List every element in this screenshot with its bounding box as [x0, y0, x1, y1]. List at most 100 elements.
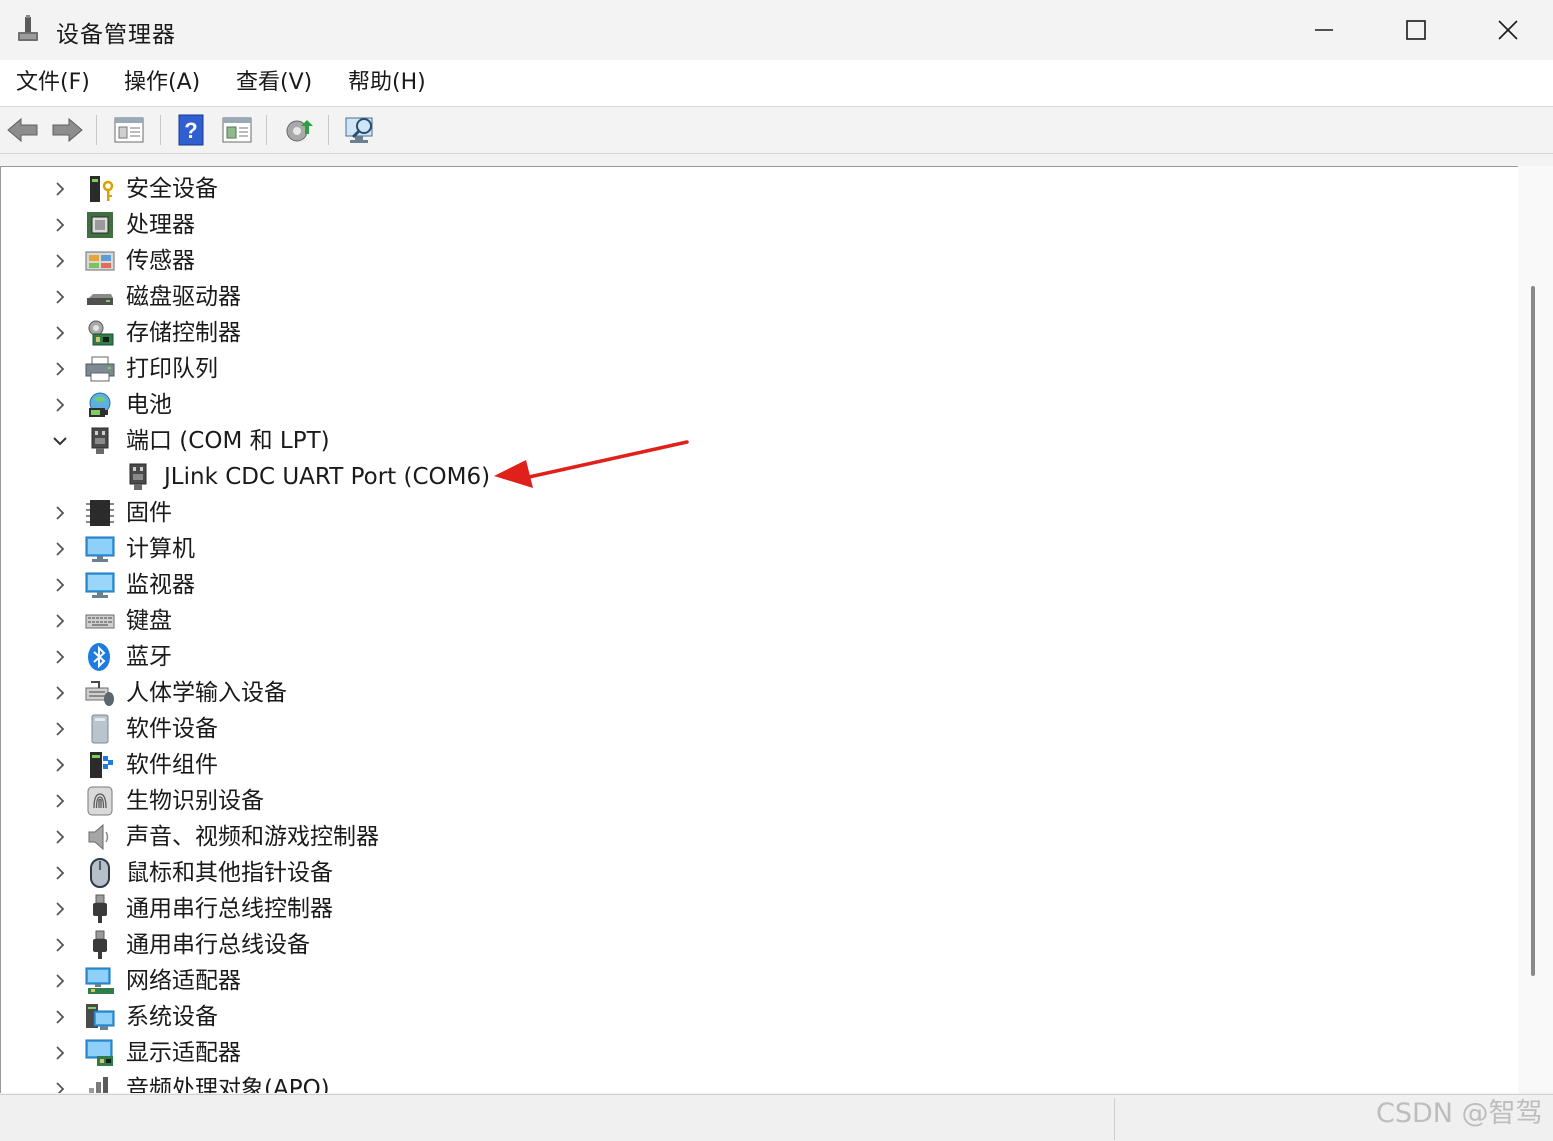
tree-item-software-devices[interactable]: 软件设备: [1, 711, 1501, 747]
chevron-right-icon[interactable]: [51, 252, 69, 270]
chevron-down-icon[interactable]: [51, 432, 69, 450]
chevron-right-icon[interactable]: [51, 900, 69, 918]
tree-item-storage-controllers[interactable]: 存储控制器: [1, 315, 1501, 351]
menu-file[interactable]: 文件(F): [16, 68, 90, 98]
tree-item-computer[interactable]: 计算机: [1, 531, 1501, 567]
chevron-right-icon[interactable]: [51, 612, 69, 630]
chevron-right-icon[interactable]: [51, 720, 69, 738]
computer-monitor-icon: [85, 536, 115, 562]
tree-item-network-adapters[interactable]: 网络适配器: [1, 963, 1501, 999]
chevron-right-icon[interactable]: [51, 396, 69, 414]
tree-item-mice[interactable]: 鼠标和其他指针设备: [1, 855, 1501, 891]
tree-item-sound-video-game[interactable]: 声音、视频和游戏控制器: [1, 819, 1501, 855]
tree-item-label: 计算机: [126, 536, 195, 562]
chevron-right-icon[interactable]: [51, 864, 69, 882]
menu-action[interactable]: 操作(A): [124, 68, 200, 98]
tree-item-keyboards[interactable]: 键盘: [1, 603, 1501, 639]
close-icon: [1498, 20, 1518, 40]
mouse-icon: [90, 858, 110, 888]
tree-item-bluetooth[interactable]: 蓝牙: [1, 639, 1501, 675]
chevron-right-icon[interactable]: [51, 1044, 69, 1062]
tree-item-processors[interactable]: 处理器: [1, 207, 1501, 243]
chevron-right-icon[interactable]: [51, 216, 69, 234]
back-button[interactable]: [6, 113, 40, 147]
close-button[interactable]: [1462, 0, 1553, 60]
status-bar-divider: [1114, 1098, 1115, 1140]
tree-item-ports[interactable]: 端口 (COM 和 LPT): [1, 423, 1501, 459]
tree-item-security-devices[interactable]: 安全设备: [1, 171, 1501, 207]
tree-item-disk-drives[interactable]: 磁盘驱动器: [1, 279, 1501, 315]
tree-item-label: 处理器: [126, 212, 195, 238]
chevron-right-icon[interactable]: [51, 288, 69, 306]
tree-item-label: 蓝牙: [126, 644, 172, 670]
maximize-icon: [1406, 20, 1426, 40]
tree-item-sensors[interactable]: 传感器: [1, 243, 1501, 279]
tree-item-software-components[interactable]: 软件组件: [1, 747, 1501, 783]
chevron-right-icon[interactable]: [51, 936, 69, 954]
view-grid-icon: [222, 117, 252, 143]
tree-item-display-adapters[interactable]: 显示适配器: [1, 1035, 1501, 1071]
vertical-scrollbar[interactable]: [1518, 166, 1553, 1092]
tree-item-system-devices[interactable]: 系统设备: [1, 999, 1501, 1035]
toolbar-separator: [160, 115, 161, 145]
chevron-right-icon[interactable]: [51, 540, 69, 558]
update-driver-button[interactable]: [282, 113, 316, 147]
scan-hardware-icon: [345, 117, 373, 143]
menu-help[interactable]: 帮助(H): [348, 68, 426, 98]
usb-plug-icon: [93, 894, 107, 923]
tree-item-biometric[interactable]: 生物识别设备: [1, 783, 1501, 819]
chevron-right-icon[interactable]: [51, 756, 69, 774]
monitor-icon: [85, 572, 115, 598]
scrollbar-thumb[interactable]: [1531, 286, 1535, 976]
tree-item-label: 打印队列: [126, 356, 218, 382]
properties-button[interactable]: [112, 113, 146, 147]
tree-item-label: 端口 (COM 和 LPT): [126, 428, 330, 454]
printer-icon: [85, 356, 115, 382]
window-title: 设备管理器: [56, 22, 176, 48]
toolbar-separator: [96, 115, 97, 145]
chevron-right-icon[interactable]: [51, 1008, 69, 1026]
chevron-right-icon[interactable]: [51, 972, 69, 990]
tree-item-usb-controllers[interactable]: 通用串行总线控制器: [1, 891, 1501, 927]
tree-item-firmware[interactable]: 固件: [1, 495, 1501, 531]
tree-item-usb-devices[interactable]: 通用串行总线设备: [1, 927, 1501, 963]
battery-icon: [89, 392, 111, 417]
properties-icon: [114, 117, 144, 143]
minimize-icon: [1315, 29, 1333, 31]
tree-item-monitors[interactable]: 监视器: [1, 567, 1501, 603]
tree-item-label: 鼠标和其他指针设备: [126, 860, 333, 886]
processor-chip-icon: [87, 212, 113, 238]
svg-text:?: ?: [184, 118, 197, 143]
tree-item-label: 系统设备: [126, 1004, 218, 1030]
usb-plug-icon: [93, 930, 107, 959]
software-component-icon: [90, 752, 113, 778]
tree-item-hid[interactable]: 人体学输入设备: [1, 675, 1501, 711]
chevron-right-icon[interactable]: [51, 576, 69, 594]
device-tree[interactable]: 安全设备 处理器 传感器 磁盘驱动器 存储控制器 打印队列 电池 端口 (COM…: [0, 166, 1519, 1093]
tree-item-print-queues[interactable]: 打印队列: [1, 351, 1501, 387]
tree-item-label: 安全设备: [126, 176, 218, 202]
toolbar-separator: [266, 115, 267, 145]
chevron-right-icon[interactable]: [51, 504, 69, 522]
menu-view[interactable]: 查看(V): [236, 68, 312, 98]
forward-button[interactable]: [50, 113, 84, 147]
maximize-button[interactable]: [1370, 0, 1462, 60]
chevron-right-icon[interactable]: [51, 648, 69, 666]
tree-item-batteries[interactable]: 电池: [1, 387, 1501, 423]
tree-item-label: 人体学输入设备: [126, 680, 287, 706]
chevron-right-icon[interactable]: [51, 792, 69, 810]
chevron-right-icon[interactable]: [51, 180, 69, 198]
chevron-right-icon[interactable]: [51, 324, 69, 342]
speaker-icon: [88, 823, 109, 851]
scan-hardware-button[interactable]: [344, 113, 378, 147]
view-button[interactable]: [220, 113, 254, 147]
tree-item-jlink-uart-port[interactable]: JLink CDC UART Port (COM6): [1, 459, 1501, 495]
chevron-right-icon[interactable]: [51, 1080, 69, 1093]
chevron-right-icon[interactable]: [51, 360, 69, 378]
tree-item-label: 通用串行总线设备: [126, 932, 310, 958]
minimize-button[interactable]: [1278, 0, 1370, 60]
chevron-right-icon[interactable]: [51, 684, 69, 702]
help-button[interactable]: ?: [174, 113, 208, 147]
chevron-right-icon[interactable]: [51, 828, 69, 846]
tree-item-audio-processing-objects[interactable]: 音频处理对象(APO): [1, 1071, 1501, 1093]
